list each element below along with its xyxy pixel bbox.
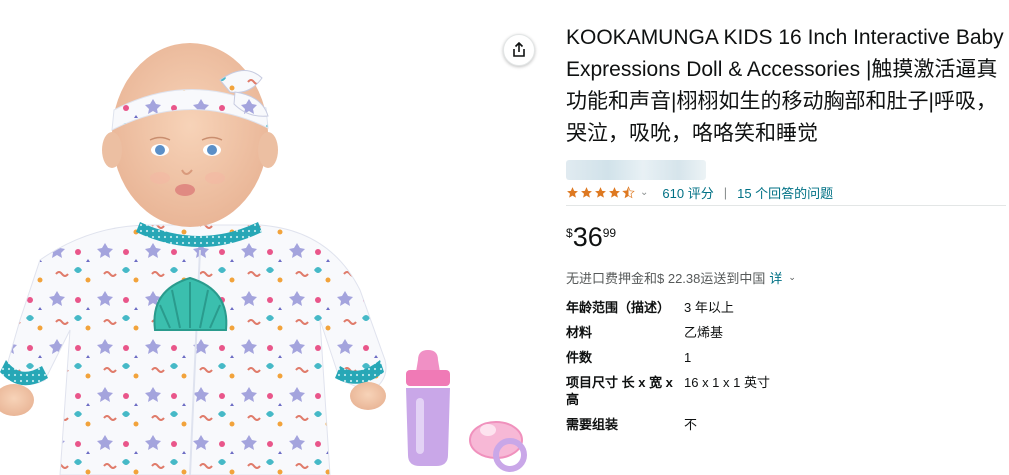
- chevron-down-icon[interactable]: ⌄: [788, 272, 796, 283]
- chevron-down-icon[interactable]: ⌄: [640, 187, 648, 198]
- star-full-icon: [609, 186, 620, 198]
- shipping-detail-link[interactable]: 详: [769, 268, 782, 287]
- ratings-count-link[interactable]: 610 评分: [662, 183, 713, 202]
- rating-row: ⌄ 610 评分 | 15 个回答的问题: [566, 183, 1006, 201]
- bottle-accessory: [406, 350, 450, 466]
- spec-value: 不: [684, 417, 698, 432]
- price: $ 36 99: [566, 222, 1006, 256]
- price-symbol: $: [566, 226, 573, 240]
- table-row: 件数 1: [566, 345, 770, 370]
- spec-value: 3 年以上: [684, 300, 734, 315]
- star-full-icon: [595, 186, 606, 198]
- spec-value: 1: [684, 350, 692, 365]
- answered-questions-link[interactable]: 15 个回答的问题: [737, 183, 833, 202]
- share-button[interactable]: [503, 34, 535, 66]
- product-image[interactable]: [0, 0, 545, 475]
- star-rating[interactable]: [566, 185, 636, 199]
- table-row: 项目尺寸 长 x 宽 x 高 16 x 1 x 1 英寸: [566, 370, 770, 412]
- shipping-info: 无进口费押金和$ 22.38运送到中国 详 ⌄: [566, 268, 1006, 287]
- spec-key: 项目尺寸 长 x 宽 x 高: [566, 375, 673, 407]
- divider: [566, 205, 1006, 206]
- price-fraction: 99: [602, 226, 617, 240]
- baby-doll-illustration: [0, 43, 527, 475]
- share-icon: [513, 42, 525, 57]
- shipping-text: 无进口费押金和$ 22.38运送到中国: [566, 271, 766, 286]
- brand-link-blurred[interactable]: [566, 160, 706, 180]
- star-full-icon: [581, 186, 592, 198]
- table-row: 需要组装 不: [566, 412, 770, 437]
- spec-key: 材料: [566, 325, 593, 340]
- star-full-icon: [567, 186, 578, 198]
- pacifier-accessory: [469, 421, 527, 472]
- product-specs-table: 年龄范围（描述） 3 年以上 材料 乙烯基 件数 1 项目尺寸 长 x 宽 x …: [566, 295, 770, 437]
- product-title: KOOKAMUNGA KIDS 16 Inch Interactive Baby…: [566, 26, 1004, 145]
- spec-key: 年龄范围（描述）: [566, 300, 671, 315]
- spec-key: 需要组装: [566, 417, 619, 432]
- spec-key: 件数: [566, 350, 593, 365]
- product-details: KOOKAMUNGA KIDS 16 Inch Interactive Baby…: [566, 22, 1006, 437]
- star-half-icon: [622, 185, 635, 198]
- table-row: 年龄范围（描述） 3 年以上: [566, 295, 770, 320]
- price-whole: 36: [572, 222, 603, 252]
- spec-value: 乙烯基: [684, 325, 724, 340]
- spec-value: 16 x 1 x 1 英寸: [684, 375, 770, 390]
- separator: |: [723, 184, 728, 200]
- table-row: 材料 乙烯基: [566, 320, 770, 345]
